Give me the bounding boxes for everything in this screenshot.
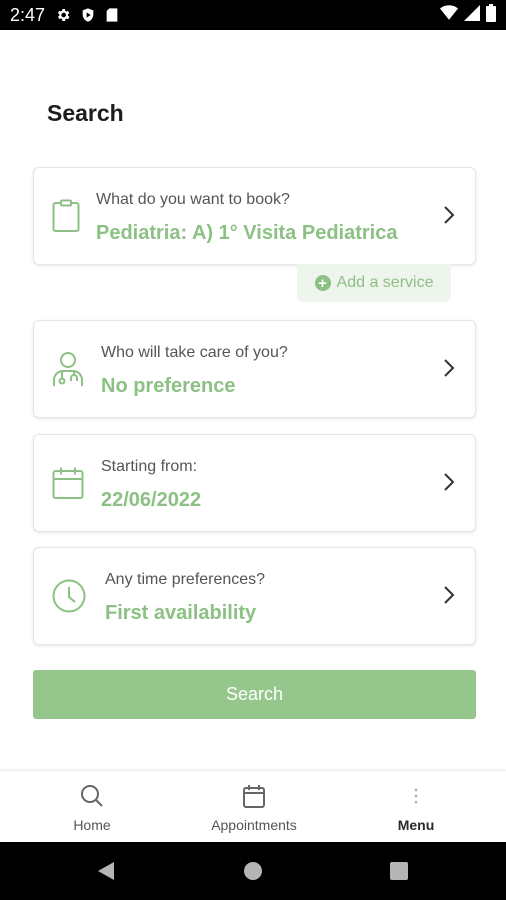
status-bar: 2:47: [0, 0, 506, 30]
battery-icon: [486, 3, 496, 27]
start-date-label: Starting from:: [101, 458, 198, 475]
nav-item-appointments[interactable]: Appointments: [184, 771, 324, 843]
chevron-right-icon: [443, 358, 455, 383]
status-system-icons: [440, 3, 496, 27]
page-title: Search: [47, 100, 124, 126]
time-preference-value: First availability: [105, 602, 257, 624]
status-notification-icons: [55, 7, 119, 23]
add-service-label: Add a service: [336, 274, 434, 291]
sd-card-icon: [105, 7, 119, 23]
nav-label-appointments: Appointments: [211, 817, 297, 833]
bottom-navigation: Home Appointments Menu: [0, 770, 506, 842]
search-button[interactable]: Search: [33, 670, 476, 719]
plus-circle-icon: +: [314, 275, 331, 291]
home-circle-icon[interactable]: [223, 842, 283, 900]
doctor-icon: [52, 321, 84, 417]
calendar-icon: [52, 435, 84, 531]
play-protect-icon: [80, 7, 96, 23]
nav-item-home[interactable]: Home: [22, 771, 162, 843]
start-date-card[interactable]: Starting from: 22/06/2022: [33, 434, 476, 532]
practitioner-value: No preference: [101, 375, 236, 397]
time-preference-label: Any time preferences?: [105, 571, 266, 588]
add-service-button[interactable]: + Add a service: [297, 264, 451, 302]
settings-icon: [55, 7, 71, 23]
signal-icon: [464, 4, 480, 26]
system-navigation-bar: [0, 842, 506, 900]
more-vertical-icon: [413, 783, 419, 809]
recents-icon[interactable]: [369, 842, 429, 900]
service-selector-card[interactable]: What do you want to book? Pediatria: A) …: [33, 167, 476, 265]
chevron-right-icon: [443, 585, 455, 610]
practitioner-label: Who will take care of you?: [101, 344, 288, 361]
time-preference-card[interactable]: Any time preferences? First availability: [33, 547, 476, 645]
nav-label-home: Home: [73, 817, 111, 833]
chevron-right-icon: [443, 472, 455, 497]
start-date-value: 22/06/2022: [101, 489, 202, 511]
calendar-icon: [243, 783, 265, 809]
nav-label-menu: Menu: [397, 817, 435, 833]
practitioner-selector-card[interactable]: Who will take care of you? No preference: [33, 320, 476, 418]
nav-item-menu[interactable]: Menu: [346, 771, 486, 843]
status-time: 2:47: [10, 4, 46, 25]
wifi-icon: [440, 4, 458, 26]
clock-icon: [52, 548, 86, 644]
back-icon[interactable]: [76, 842, 136, 900]
chevron-right-icon: [443, 205, 455, 230]
service-label: What do you want to book?: [96, 191, 290, 208]
search-icon: [80, 783, 104, 809]
service-value: Pediatria: A) 1° Visita Pediatrica: [96, 222, 398, 244]
clipboard-icon: [52, 168, 80, 264]
